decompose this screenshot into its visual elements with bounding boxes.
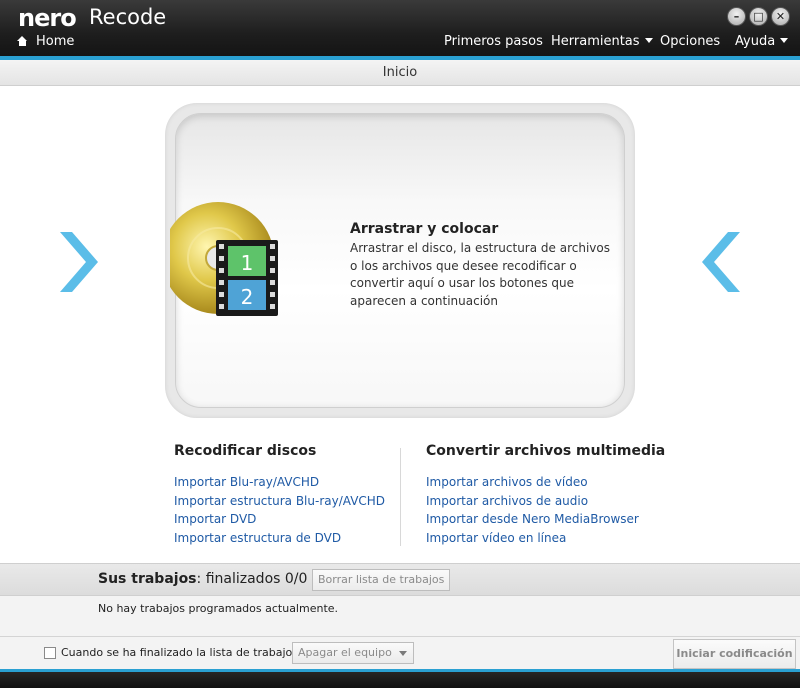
- jobs-list: No hay trabajos programados actualmente.: [0, 596, 800, 636]
- convert-media-section: Convertir archivos multimedia Importar a…: [426, 443, 665, 548]
- menu-herramientas[interactable]: Herramientas: [551, 34, 653, 49]
- import-audio-files-link[interactable]: Importar archivos de audio: [426, 492, 665, 511]
- footer: Cuando se ha finalizado la lista de trab…: [0, 636, 800, 669]
- caret-down-icon: [644, 38, 653, 43]
- jobs-header: Sus trabajos: finalizados 0/0 Borrar lis…: [0, 563, 800, 596]
- shutdown-checkbox-label: Cuando se ha finalizado la lista de trab…: [61, 646, 302, 659]
- menu-opciones[interactable]: Opciones: [660, 34, 720, 49]
- drop-zone-description: Arrastrar el disco, la estructura de arc…: [350, 241, 610, 308]
- home-label: Home: [36, 34, 75, 49]
- chevron-down-icon: [399, 651, 407, 656]
- shutdown-checkbox[interactable]: [44, 647, 56, 659]
- select-value: Apagar el equipo: [298, 646, 392, 659]
- nero-logo: nero: [18, 4, 77, 32]
- import-dvd-structure-link[interactable]: Importar estructura de DVD: [174, 529, 385, 548]
- jobs-status: : finalizados 0/0: [196, 571, 308, 587]
- maximize-button[interactable]: □: [749, 7, 768, 26]
- menu-label: Ayuda: [735, 34, 776, 49]
- menu-label: Opciones: [660, 34, 721, 49]
- home-icon: [17, 36, 28, 46]
- minimize-button[interactable]: –: [727, 7, 746, 26]
- prev-arrow-icon[interactable]: [702, 232, 740, 292]
- film-frame-2: 2: [241, 285, 254, 309]
- caret-down-icon: [780, 38, 789, 43]
- start-encoding-button[interactable]: Iniciar codificación: [673, 639, 796, 669]
- recode-discs-section: Recodificar discos Importar Blu-ray/AVCH…: [174, 443, 385, 548]
- clear-jobs-button[interactable]: Borrar lista de trabajos: [312, 569, 451, 591]
- jobs-title: Sus trabajos: finalizados 0/0: [98, 571, 307, 587]
- close-button[interactable]: ✕: [771, 7, 790, 26]
- breadcrumb: Inicio: [0, 60, 800, 86]
- menu-ayuda[interactable]: Ayuda: [735, 34, 789, 49]
- menu-label: Primeros pasos: [444, 34, 543, 49]
- section-title: Convertir archivos multimedia: [426, 443, 666, 459]
- import-video-files-link[interactable]: Importar archivos de vídeo: [426, 473, 665, 492]
- next-arrow-icon[interactable]: [60, 232, 98, 292]
- drop-zone-title: Arrastrar y colocar: [350, 221, 499, 237]
- import-bluray-structure-link[interactable]: Importar estructura Blu-ray/AVCHD: [174, 492, 385, 511]
- import-mediabrowser-link[interactable]: Importar desde Nero MediaBrowser: [426, 510, 665, 529]
- disc-film-icon: 1 2: [170, 202, 278, 316]
- title-bar: nero Recode – □ ✕ Home Primeros pasos He…: [0, 0, 800, 56]
- menu-primeros-pasos[interactable]: Primeros pasos: [444, 34, 543, 49]
- jobs-empty-message: No hay trabajos programados actualmente.: [98, 602, 339, 615]
- jobs-title-label: Sus trabajos: [98, 571, 197, 587]
- bottom-bar: [0, 669, 800, 688]
- import-dvd-link[interactable]: Importar DVD: [174, 510, 385, 529]
- after-jobs-select[interactable]: Apagar el equipo: [292, 642, 414, 664]
- import-bluray-link[interactable]: Importar Blu-ray/AVCHD: [174, 473, 385, 492]
- nav-bar: Home Primeros pasos Herramientas Opcione…: [0, 33, 800, 53]
- film-frame-1: 1: [241, 251, 254, 275]
- app-title: Recode: [89, 5, 167, 29]
- menu-label: Herramientas: [551, 34, 640, 49]
- import-online-video-link[interactable]: Importar vídeo en línea: [426, 529, 665, 548]
- section-title: Recodificar discos: [174, 443, 317, 459]
- column-divider: [400, 448, 401, 546]
- home-link[interactable]: Home: [17, 34, 74, 49]
